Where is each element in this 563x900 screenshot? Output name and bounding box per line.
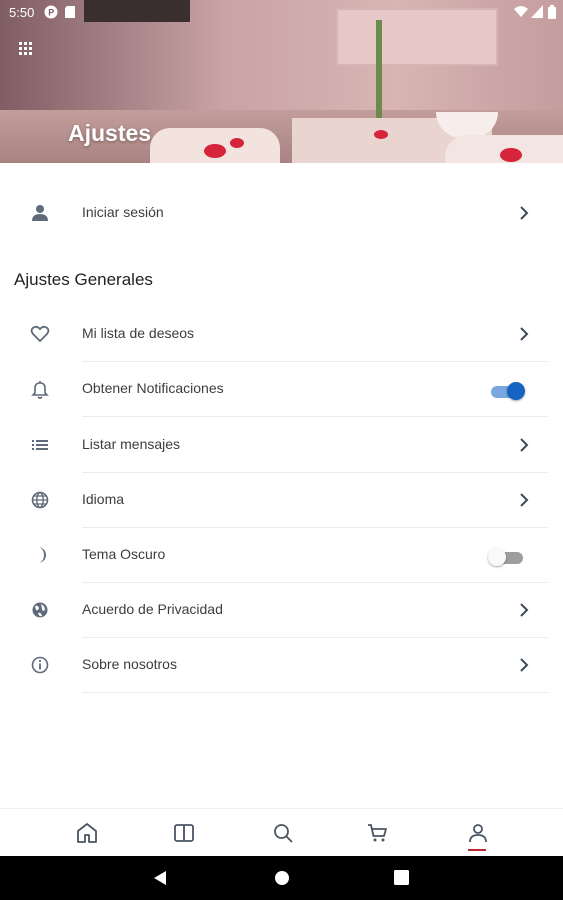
signal-icon: [531, 5, 543, 21]
settings-item-label: Listar mensajes: [82, 436, 181, 452]
chevron-right-icon: [517, 206, 531, 220]
settings-item-label: Tema Oscuro: [82, 546, 166, 562]
settings-item-notifications: Obtener Notificaciones: [0, 362, 563, 417]
chevron-right-icon: [517, 327, 531, 341]
grid-icon[interactable]: [18, 41, 36, 59]
banner-plant: [376, 20, 382, 130]
dark-theme-toggle[interactable]: [488, 548, 527, 566]
divider: [82, 416, 548, 417]
info-icon: [30, 655, 50, 675]
banner-heart: [204, 144, 226, 158]
notification-p-icon: P: [44, 5, 58, 22]
bell-icon: [30, 379, 50, 399]
toggle-knob: [488, 548, 506, 566]
recents-icon[interactable]: [394, 870, 409, 890]
settings-item-label: Obtener Notificaciones: [82, 380, 224, 396]
settings-item-wishlist[interactable]: Mi lista de deseos: [0, 307, 563, 362]
battery-icon: [548, 5, 556, 22]
toggle-knob: [507, 382, 525, 400]
settings-item-about[interactable]: Sobre nosotros: [0, 638, 563, 693]
settings-item-privacy[interactable]: Acuerdo de Privacidad: [0, 583, 563, 638]
settings-item-label: Idioma: [82, 491, 125, 507]
cart-icon[interactable]: [366, 821, 390, 845]
home-circle-icon[interactable]: [274, 870, 290, 891]
page-title: Ajustes: [68, 120, 152, 146]
heart-icon: [30, 324, 50, 344]
globe-icon: [30, 490, 50, 510]
banner-heart: [374, 130, 388, 139]
status-time: 5:50: [9, 5, 35, 20]
divider: [82, 692, 548, 693]
catalog-icon[interactable]: [172, 821, 196, 845]
sd-card-icon: [64, 5, 76, 22]
active-tab-indicator: [468, 849, 486, 851]
banner-heart: [230, 138, 244, 148]
chevron-right-icon: [517, 658, 531, 672]
chevron-right-icon: [517, 438, 531, 452]
login-row[interactable]: Iniciar sesión: [0, 186, 563, 241]
notifications-toggle[interactable]: [489, 382, 527, 400]
section-title-general: Ajustes Generales: [14, 270, 153, 289]
privacy-globe-icon: [30, 600, 50, 620]
svg-text:P: P: [48, 8, 54, 18]
login-label: Iniciar sesión: [82, 204, 164, 220]
chevron-right-icon: [517, 603, 531, 617]
list-icon: [30, 435, 50, 455]
system-navigation-bar: [0, 856, 563, 900]
settings-item-label: Acuerdo de Privacidad: [82, 601, 223, 617]
moon-icon: [30, 545, 50, 565]
search-icon[interactable]: [271, 821, 295, 845]
status-bar: 5:50 P: [0, 0, 563, 25]
settings-item-label: Sobre nosotros: [82, 656, 177, 672]
bottom-navigation: [0, 808, 563, 856]
settings-item-label: Mi lista de deseos: [82, 325, 195, 341]
settings-item-language[interactable]: Idioma: [0, 473, 563, 528]
person-icon: [30, 203, 50, 223]
wifi-icon: [514, 5, 528, 21]
back-icon[interactable]: [153, 870, 167, 891]
home-icon[interactable]: [75, 821, 99, 845]
settings-item-messages[interactable]: Listar mensajes: [0, 418, 563, 473]
settings-item-dark-theme: Tema Oscuro: [0, 528, 563, 583]
banner-heart: [500, 148, 522, 162]
chevron-right-icon: [517, 493, 531, 507]
profile-icon[interactable]: [466, 821, 490, 845]
